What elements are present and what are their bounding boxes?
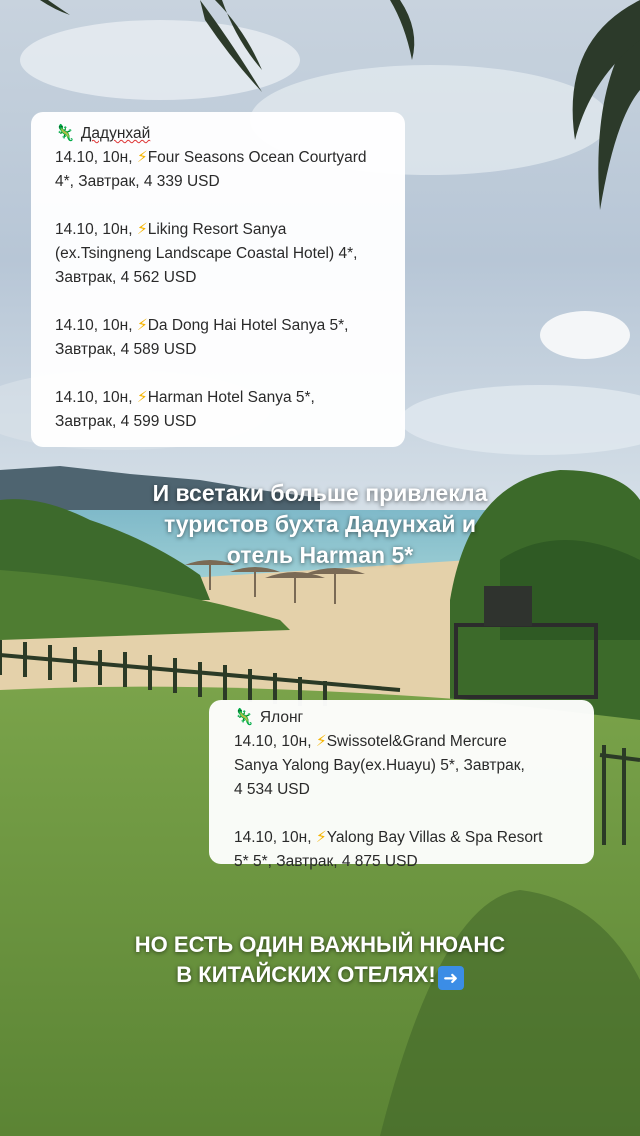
lightning-icon: ⚡ [136, 149, 148, 166]
offer-dates: 14.10, 10н, [234, 829, 312, 846]
offer-hotel: Yalong Bay Villas & Spa Resort [326, 829, 543, 846]
headline-line: отель Harman 5* [226, 542, 414, 568]
headline-line: И всетаки больше привлекла [152, 480, 488, 506]
bottom-offers-card: 🦎 Ялонг 14.10, 10н, ⚡Swissotel&Grand Merc… [209, 700, 594, 870]
lightning-icon: ⚡ [315, 829, 327, 846]
lizard-icon: 🦎 [55, 125, 75, 142]
offer-details: Завтрак, 4 562 USD [55, 269, 197, 286]
offer-details: 4*, Завтрак, 4 339 USD [55, 173, 220, 190]
lightning-icon: ⚡ [136, 389, 148, 406]
lightning-icon: ⚡ [315, 733, 327, 750]
offer-dates: 14.10, 10н, [55, 389, 133, 406]
headline-harman: И всетаки больше привлекла туристов бухт… [80, 478, 560, 571]
lizard-icon: 🦎 [234, 709, 254, 726]
headline-line: туристов бухта Дадунхай и [163, 511, 477, 537]
offer-hotel: Liking Resort Sanya [147, 221, 287, 238]
region-title: Дадунхай [80, 125, 151, 142]
offer-hotel: Swissotel&Grand Mercure [326, 733, 507, 750]
headline-line: В КИТАЙСКИХ ОТЕЛЯХ! [176, 962, 436, 987]
lightning-icon: ⚡ [136, 221, 148, 238]
offer-details: Завтрак, 4 589 USD [55, 341, 197, 358]
offer-details: (ex.Tsingneng Landscape Coastal Hotel) 4… [55, 245, 358, 262]
headline-line: НО ЕСТЬ ОДИН ВАЖНЫЙ НЮАНС [134, 932, 506, 957]
offer-details: Завтрак, 4 599 USD [55, 413, 197, 430]
right-arrow-icon: ➜ [437, 966, 464, 990]
offer-dates: 14.10, 10н, [55, 149, 133, 166]
offer-hotel: Four Seasons Ocean Courtyard [147, 149, 367, 166]
offer-details: 4 534 USD [234, 781, 310, 798]
offer-dates: 14.10, 10н, [55, 221, 133, 238]
lightning-icon: ⚡ [136, 317, 148, 334]
offer-hotel: Da Dong Hai Hotel Sanya 5*, [147, 317, 349, 334]
offer-details: Sanya Yalong Bay(ex.Huayu) 5*, Завтрак, [234, 757, 525, 774]
offer-dates: 14.10, 10н, [55, 317, 133, 334]
region-title: Ялонг [259, 709, 304, 726]
top-offers-card: 🦎 Дадунхай 14.10, 10н, ⚡Four Seasons Ocea… [31, 112, 405, 447]
offer-hotel: Harman Hotel Sanya 5*, [147, 389, 315, 406]
headline-nuance: НО ЕСТЬ ОДИН ВАЖНЫЙ НЮАНС В КИТАЙСКИХ ОТ… [60, 930, 580, 990]
offer-details: 5* 5*, Завтрак, 4 875 USD [234, 853, 418, 870]
offer-dates: 14.10, 10н, [234, 733, 312, 750]
